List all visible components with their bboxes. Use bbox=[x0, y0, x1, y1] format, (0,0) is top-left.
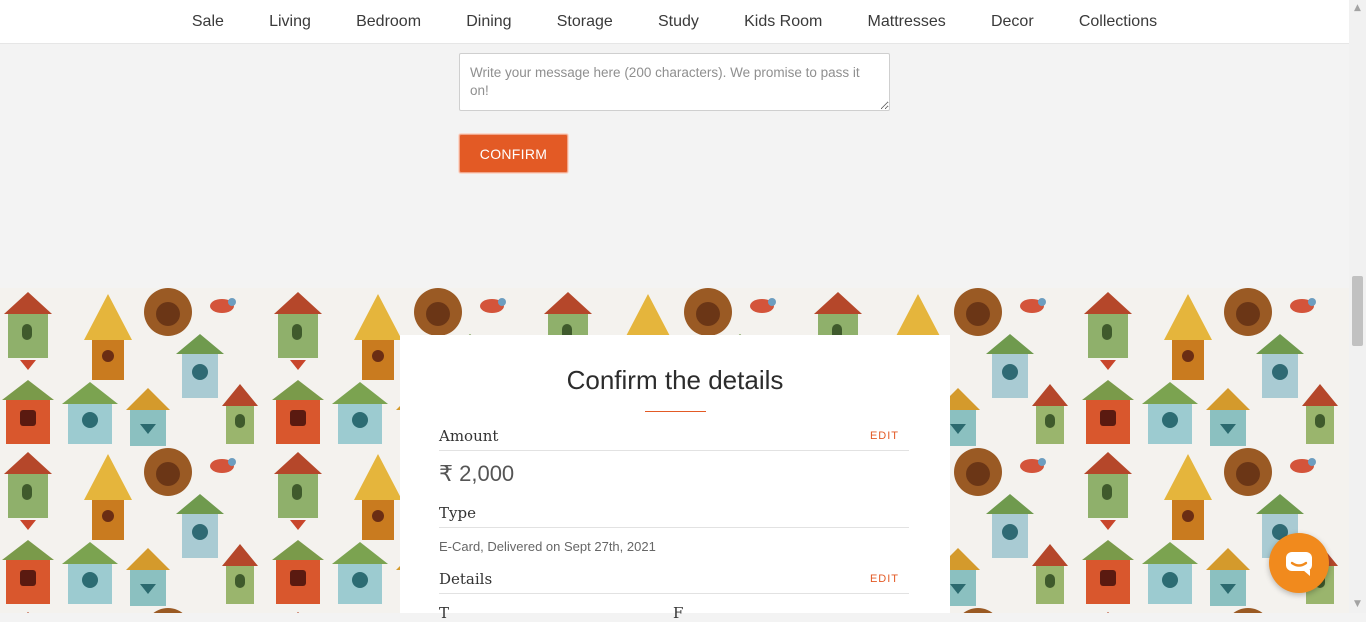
nav-item-decor[interactable]: Decor bbox=[968, 0, 1056, 43]
amount-divider bbox=[439, 450, 909, 451]
nav-item-living[interactable]: Living bbox=[247, 0, 334, 43]
type-value: E-Card, Delivered on Sept 27th, 2021 bbox=[439, 539, 656, 554]
nav-item-sale[interactable]: Sale bbox=[169, 0, 246, 43]
nav-item-kids-room[interactable]: Kids Room bbox=[722, 0, 845, 43]
nav-item-collections[interactable]: Collections bbox=[1056, 0, 1179, 43]
nav-item-mattresses[interactable]: Mattresses bbox=[845, 0, 968, 43]
message-textarea[interactable] bbox=[459, 53, 890, 111]
main-navigation: Sale Living Bedroom Dining Storage Study… bbox=[0, 0, 1349, 44]
details-field-partial: F bbox=[673, 604, 684, 622]
details-label: Details bbox=[439, 570, 493, 588]
nav-item-storage[interactable]: Storage bbox=[534, 0, 635, 43]
nav-item-study[interactable]: Study bbox=[635, 0, 721, 43]
nav-item-bedroom[interactable]: Bedroom bbox=[334, 0, 444, 43]
title-divider bbox=[645, 411, 706, 412]
chat-button[interactable] bbox=[1269, 533, 1329, 593]
edit-amount-link[interactable]: EDIT bbox=[870, 430, 899, 442]
arrow-down-icon[interactable]: ▼ bbox=[1349, 596, 1366, 613]
type-divider bbox=[439, 527, 909, 528]
details-field-partial: T bbox=[439, 604, 450, 622]
arrow-up-icon[interactable]: ▲ bbox=[1349, 0, 1366, 17]
edit-details-link[interactable]: EDIT bbox=[870, 573, 899, 585]
page-scrollbar[interactable]: ▲ ▼ bbox=[1349, 0, 1366, 613]
amount-label: Amount bbox=[439, 427, 499, 445]
chat-icon bbox=[1286, 552, 1312, 576]
details-divider bbox=[439, 593, 909, 594]
type-label: Type bbox=[439, 504, 476, 522]
amount-value: ₹ 2,000 bbox=[439, 461, 515, 486]
nav-item-dining[interactable]: Dining bbox=[444, 0, 535, 43]
confirm-details-card: Confirm the details Amount EDIT ₹ 2,000 … bbox=[400, 335, 950, 622]
scrollbar-thumb[interactable] bbox=[1352, 276, 1363, 346]
confirm-button[interactable]: CONFIRM bbox=[459, 134, 568, 173]
card-title: Confirm the details bbox=[566, 365, 784, 395]
